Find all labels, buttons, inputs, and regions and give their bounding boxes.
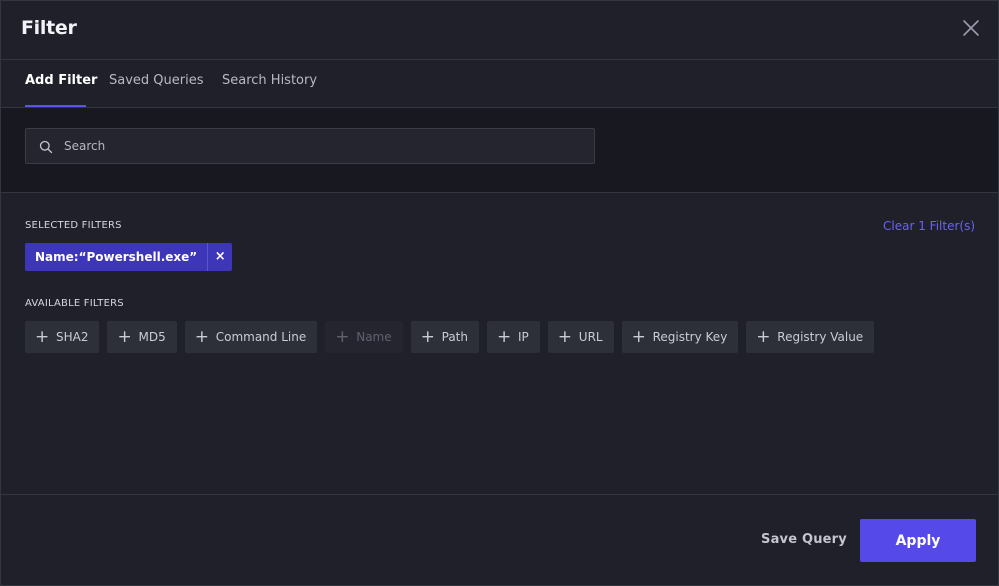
search-input[interactable] — [64, 129, 584, 163]
plus-icon: + — [497, 327, 512, 347]
filter-dialog: Filter Add Filter Saved Queries Search H… — [0, 0, 999, 586]
filter-button-registry-key[interactable]: + Registry Key — [621, 321, 739, 353]
filter-button-md5[interactable]: + MD5 — [107, 321, 177, 353]
active-tab-indicator — [25, 105, 86, 107]
filter-button-label: Registry Key — [652, 330, 728, 344]
search-box[interactable] — [25, 128, 595, 164]
available-filters-label: AVAILABLE FILTERS — [25, 298, 124, 309]
tab-saved-queries[interactable]: Saved Queries — [109, 73, 204, 88]
filter-button-command-line[interactable]: + Command Line — [184, 321, 318, 353]
save-query-button[interactable]: Save Query — [761, 532, 847, 547]
apply-button[interactable]: Apply — [860, 519, 976, 562]
filter-button-path[interactable]: + Path — [410, 321, 479, 353]
filter-button-label: Name — [356, 330, 392, 344]
plus-icon: + — [420, 327, 435, 347]
dialog-footer: Save Query Apply — [1, 494, 998, 585]
filter-button-label: Command Line — [215, 330, 307, 344]
filter-button-label: URL — [578, 330, 603, 344]
filter-button-label: MD5 — [138, 330, 166, 344]
plus-icon: + — [194, 327, 209, 347]
plus-icon: + — [335, 327, 350, 347]
available-filters-list: + SHA2 + MD5 + Command Line + Name + Path + IP… — [25, 321, 875, 353]
tab-add-filter[interactable]: Add Filter — [25, 73, 97, 88]
selected-filters-label: SELECTED FILTERS — [25, 220, 122, 231]
close-icon[interactable] — [962, 19, 980, 37]
filter-button-ip[interactable]: + IP — [487, 321, 540, 353]
filter-button-url[interactable]: + URL — [547, 321, 614, 353]
plus-icon: + — [557, 327, 573, 347]
selected-filter-label: Name:“Powershell.exe” — [35, 250, 198, 264]
plus-icon: + — [631, 327, 646, 347]
filter-button-label: Path — [441, 330, 468, 344]
plus-icon: + — [756, 327, 771, 347]
plus-icon: + — [35, 327, 50, 347]
filter-button-label: SHA2 — [56, 330, 89, 344]
filter-button-registry-value[interactable]: + Registry Value — [746, 321, 875, 353]
filter-button-sha2[interactable]: + SHA2 — [25, 321, 100, 353]
tab-bar: Add Filter Saved Queries Search History — [1, 60, 998, 108]
search-icon — [39, 140, 53, 154]
remove-filter-icon[interactable]: × — [207, 243, 232, 271]
dialog-header: Filter — [1, 1, 998, 60]
clear-filters-link[interactable]: Clear 1 Filter(s) — [883, 219, 975, 233]
selected-filter-chip: Name:“Powershell.exe” × — [25, 243, 233, 271]
filter-button-label: Registry Value — [777, 330, 864, 344]
tab-search-history[interactable]: Search History — [222, 73, 317, 88]
search-section — [1, 108, 998, 193]
dialog-title: Filter — [21, 17, 77, 39]
filter-button-name: + Name — [325, 321, 403, 353]
filter-button-label: IP — [518, 330, 529, 344]
plus-icon: + — [117, 327, 132, 347]
